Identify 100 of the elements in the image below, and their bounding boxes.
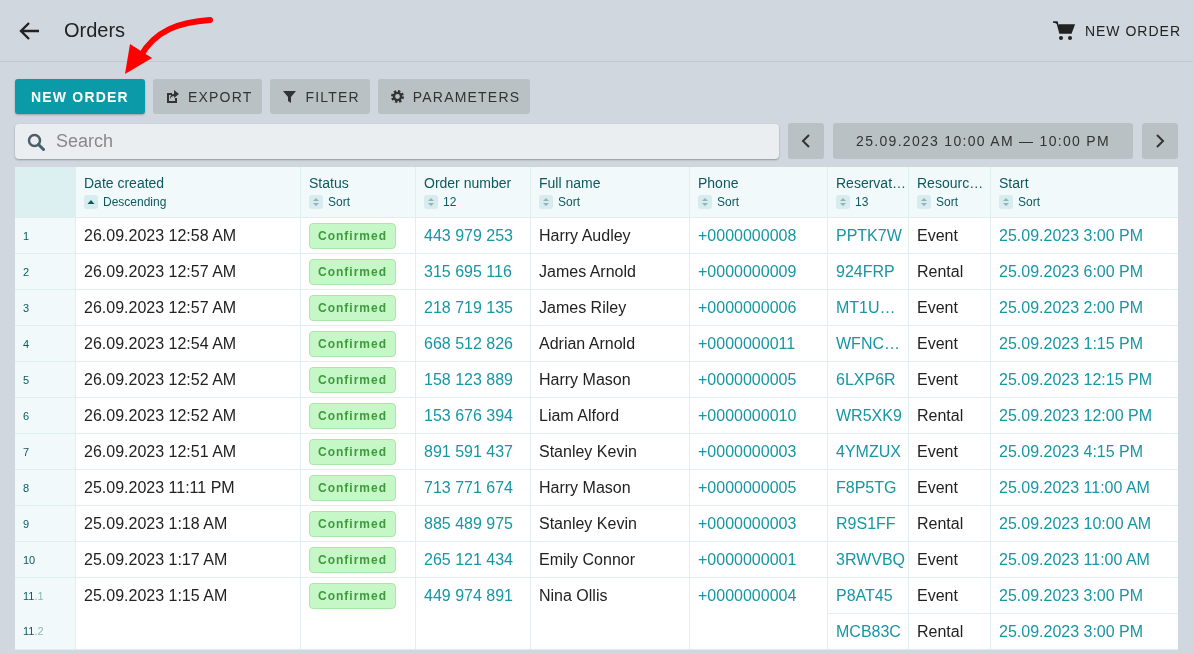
status-badge: Confirmed <box>309 223 396 249</box>
status-badge: Confirmed <box>309 295 396 321</box>
status-badge: Confirmed <box>309 403 396 429</box>
order-number-link[interactable]: 153 676 394 <box>424 407 513 424</box>
start-time-link[interactable]: 25.09.2023 10:00 AM <box>999 515 1152 532</box>
sort-label: 13 <box>855 195 869 209</box>
column-header[interactable]: Phone Sort <box>689 167 827 217</box>
column-header[interactable]: Full name Sort <box>530 167 689 217</box>
order-number-link[interactable]: 315 695 116 <box>424 263 512 280</box>
search-field[interactable]: Search <box>15 123 779 159</box>
table-cell: 26.09.2023 12:57 AM <box>75 254 300 289</box>
order-number-link[interactable]: 218 719 135 <box>424 299 513 316</box>
phone-link[interactable]: +0000000010 <box>698 407 797 424</box>
reservation-link[interactable]: F8P5TG <box>836 479 897 496</box>
order-number-link[interactable]: 885 489 975 <box>424 515 513 532</box>
phone-link[interactable]: +0000000001 <box>698 551 797 568</box>
order-number-link[interactable]: 891 591 437 <box>424 443 513 460</box>
date-range-button[interactable]: 25.09.2023 10:00 AM — 10:00 PM <box>833 123 1133 159</box>
gear-icon <box>389 89 405 104</box>
table-cell: 26.09.2023 12:54 AM <box>75 326 300 361</box>
status-badge: Confirmed <box>309 367 396 393</box>
reservation-link[interactable]: MT1U… <box>836 299 896 316</box>
reservation-link[interactable]: R9S1FF <box>836 515 896 532</box>
chevron-left-icon <box>801 134 811 148</box>
column-header[interactable]: Start Sort <box>990 167 1178 217</box>
phone-link[interactable]: +0000000005 <box>698 371 797 388</box>
table-cell: Harry Mason <box>530 362 689 397</box>
phone-link[interactable]: +0000000008 <box>698 227 797 244</box>
table-cell: Event <box>908 470 990 505</box>
reservation-link[interactable]: 924FRP <box>836 263 895 280</box>
reservation-link[interactable]: 3RWVBQ <box>836 551 906 568</box>
sort-label: Sort <box>328 195 350 209</box>
new-order-button[interactable]: NEW ORDER <box>15 79 145 114</box>
search-icon <box>27 132 45 151</box>
start-time-link[interactable]: 25.09.2023 11:00 AM <box>999 479 1150 496</box>
start-time-link[interactable]: 25.09.2023 3:00 PM <box>999 227 1144 244</box>
table-cell: Event <box>908 290 990 325</box>
column-title: Start <box>999 175 1030 191</box>
table-cell: Stanley Kevin <box>530 506 689 541</box>
phone-link[interactable]: +0000000003 <box>698 443 797 460</box>
column-title: Full name <box>539 175 602 191</box>
phone-link[interactable]: +0000000003 <box>698 515 797 532</box>
phone-link[interactable]: +0000000009 <box>698 263 797 280</box>
parameters-button[interactable]: PARAMETERS <box>377 79 531 114</box>
status-badge: Confirmed <box>309 259 396 285</box>
table-cell: 25.09.2023 11:11 PM <box>75 470 300 505</box>
reservation-link[interactable]: WFNC… <box>836 335 900 352</box>
column-header[interactable]: Order number 12 <box>415 167 530 217</box>
new-order-link[interactable]: NEW ORDER <box>1048 16 1185 45</box>
table-cell: 26.09.2023 12:51 AM <box>75 434 300 469</box>
start-time-link[interactable]: 25.09.2023 3:00 PM <box>999 623 1144 640</box>
status-badge: Confirmed <box>309 547 396 573</box>
table-cell: Stanley Kevin <box>530 434 689 469</box>
status-badge: Confirmed <box>309 439 396 465</box>
table-cell: James Arnold <box>530 254 689 289</box>
phone-link[interactable]: +0000000004 <box>698 587 797 604</box>
column-title: Phone <box>698 175 740 191</box>
column-header[interactable]: Status Sort <box>300 167 415 217</box>
share-icon <box>164 89 180 104</box>
order-number-link[interactable]: 713 771 674 <box>424 479 513 496</box>
column-header[interactable]: Reservat… 13 <box>827 167 908 217</box>
column-title: Order number <box>424 175 513 191</box>
filter-button[interactable]: FILTER <box>270 79 370 114</box>
table-cell: Rental <box>908 254 990 289</box>
phone-link[interactable]: +0000000005 <box>698 479 797 496</box>
column-header[interactable]: Date created Descending <box>75 167 300 217</box>
status-badge: Confirmed <box>309 331 396 357</box>
reservation-link[interactable]: 4YMZUX <box>836 443 901 460</box>
order-number-link[interactable]: 443 979 253 <box>424 227 513 244</box>
previous-button[interactable] <box>788 123 824 159</box>
table-cell: Rental <box>908 614 990 649</box>
table-cell: Rental <box>908 398 990 433</box>
start-time-link[interactable]: 25.09.2023 3:00 PM <box>999 587 1144 604</box>
next-button[interactable] <box>1142 123 1178 159</box>
start-time-link[interactable]: 25.09.2023 4:15 PM <box>999 443 1144 460</box>
export-button[interactable]: EXPORT <box>152 79 263 114</box>
phone-link[interactable]: +0000000006 <box>698 299 797 316</box>
column-title: Resourc… <box>917 175 982 191</box>
phone-link[interactable]: +0000000011 <box>698 335 796 352</box>
start-time-link[interactable]: 25.09.2023 1:15 PM <box>999 335 1144 352</box>
start-time-link[interactable]: 25.09.2023 2:00 PM <box>999 299 1144 316</box>
table-cell: Event <box>908 542 990 577</box>
order-number-link[interactable]: 265 121 434 <box>424 551 513 568</box>
reservation-link[interactable]: P8AT45 <box>836 587 893 604</box>
order-number-link[interactable]: 158 123 889 <box>424 371 513 388</box>
order-number-link[interactable]: 449 974 891 <box>424 587 513 604</box>
start-time-link[interactable]: 25.09.2023 12:00 PM <box>999 407 1152 424</box>
start-time-link[interactable]: 25.09.2023 11:00 AM <box>999 551 1150 568</box>
start-time-link[interactable]: 25.09.2023 12:15 PM <box>999 371 1152 388</box>
order-number-link[interactable]: 668 512 826 <box>424 335 513 352</box>
sort-label: Sort <box>936 195 958 209</box>
reservation-link[interactable]: 6LXP6R <box>836 371 896 388</box>
reservation-link[interactable]: WR5XK9 <box>836 407 902 424</box>
column-header[interactable]: Resourc… Sort <box>908 167 990 217</box>
start-time-link[interactable]: 25.09.2023 6:00 PM <box>999 263 1144 280</box>
reservation-link[interactable]: MCB83C <box>836 623 901 640</box>
sort-label: 12 <box>443 195 457 209</box>
table-cell: 25.09.2023 1:17 AM <box>75 542 300 577</box>
reservation-link[interactable]: PPTK7W <box>836 227 902 244</box>
sort-label: Sort <box>717 195 739 209</box>
